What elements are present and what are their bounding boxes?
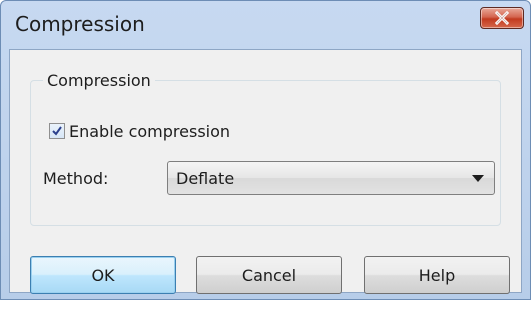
title-bar[interactable]: Compression: [1, 1, 530, 49]
cancel-button[interactable]: Cancel: [196, 256, 342, 294]
close-icon: [495, 11, 509, 25]
chevron-down-icon: [472, 175, 484, 182]
method-select[interactable]: Deflate: [167, 161, 495, 195]
ok-button[interactable]: OK: [30, 256, 176, 294]
compression-dialog: Compression Compression Enable compressi…: [0, 0, 531, 300]
enable-compression-label[interactable]: Enable compression: [69, 122, 230, 141]
checkmark-icon: [52, 126, 62, 136]
enable-compression-row[interactable]: Enable compression: [49, 121, 230, 141]
method-label: Method:: [43, 169, 109, 188]
dialog-content: Compression Enable compression Method: D…: [9, 49, 522, 294]
enable-compression-checkbox[interactable]: [49, 123, 65, 139]
window-title: Compression: [15, 12, 145, 36]
help-button[interactable]: Help: [364, 256, 510, 294]
method-select-value: Deflate: [176, 169, 235, 188]
compression-groupbox: Compression Enable compression Method: D…: [30, 71, 501, 226]
groupbox-legend: Compression: [43, 71, 155, 90]
close-button[interactable]: [480, 7, 524, 29]
